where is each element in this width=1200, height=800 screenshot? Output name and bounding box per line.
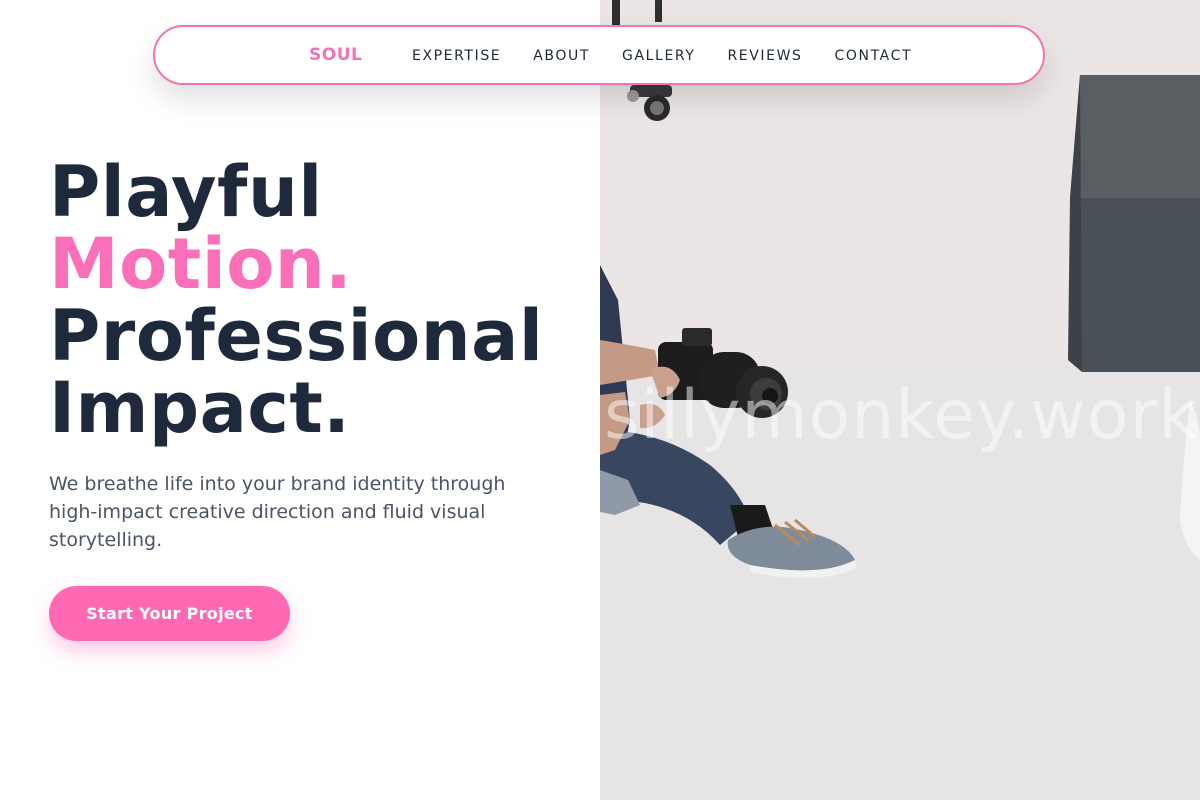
- watermark-text: sillymonkey.work: [604, 376, 1199, 455]
- brand-logo[interactable]: SOUL: [309, 45, 362, 65]
- nav-link-gallery[interactable]: GALLERY: [622, 48, 695, 64]
- headline-line-2-accent: Motion.: [49, 223, 353, 305]
- nav-link-about[interactable]: ABOUT: [533, 48, 590, 64]
- headline-line-1: Playful: [49, 151, 323, 233]
- hero-headline: Playful Motion. Professional Impact.: [49, 156, 543, 444]
- hero-photo: sillymonkey.work: [600, 0, 1200, 800]
- headline-line-3: Professional: [49, 295, 544, 377]
- hero-subtitle: We breathe life into your brand identity…: [49, 473, 506, 551]
- nav-links: EXPERTISE ABOUT GALLERY REVIEWS CONTACT: [412, 48, 944, 64]
- top-navigation: SOUL EXPERTISE ABOUT GALLERY REVIEWS CON…: [153, 25, 1045, 85]
- nav-link-contact[interactable]: CONTACT: [835, 48, 913, 64]
- nav-link-reviews[interactable]: REVIEWS: [727, 48, 802, 64]
- start-project-button[interactable]: Start Your Project: [49, 586, 290, 641]
- headline-line-4: Impact.: [49, 367, 351, 449]
- nav-link-expertise[interactable]: EXPERTISE: [412, 48, 501, 64]
